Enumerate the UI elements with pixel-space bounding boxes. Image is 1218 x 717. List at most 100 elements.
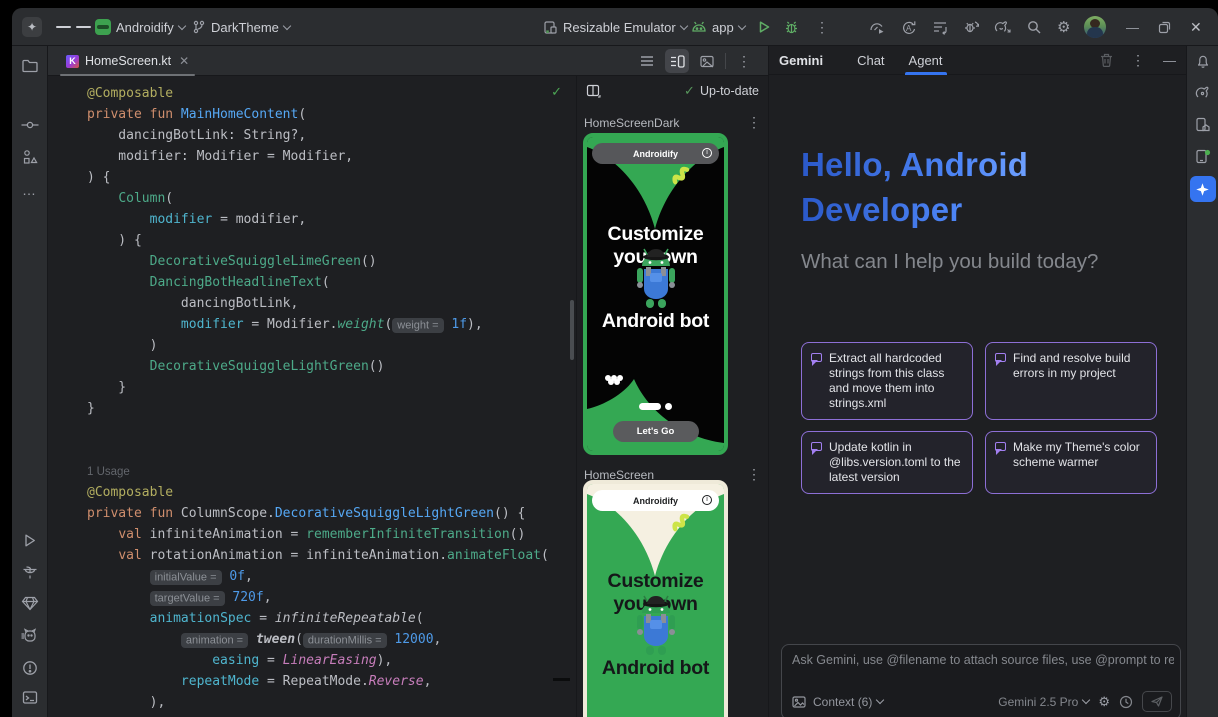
code-line[interactable]: @Composable xyxy=(87,83,549,104)
window-maximize-button[interactable] xyxy=(1158,8,1171,46)
tab-chat[interactable]: Chat xyxy=(845,46,896,75)
tab-agent[interactable]: Agent xyxy=(897,46,955,75)
code-line[interactable]: ) { xyxy=(87,230,549,251)
code-line[interactable] xyxy=(87,419,549,440)
code-line[interactable]: modifier: Modifier = Modifier, xyxy=(87,146,549,167)
history-icon[interactable] xyxy=(1119,695,1133,709)
code-line[interactable]: animationSpec = infiniteRepeatable( xyxy=(87,608,549,629)
code-line[interactable]: @Composable xyxy=(87,482,549,503)
more-tool-windows-icon[interactable]: … xyxy=(22,182,37,198)
gemini-minimize-icon[interactable]: — xyxy=(1163,53,1176,68)
suggestion-card[interactable]: Extract all hardcoded strings from this … xyxy=(801,342,973,420)
suggestion-card[interactable]: Update kotlin in @libs.version.toml to t… xyxy=(801,431,973,494)
code-line[interactable]: DecorativeSquiggleLightGreen() xyxy=(87,356,549,377)
running-devices-icon[interactable] xyxy=(1195,149,1211,164)
code-line[interactable]: val infiniteAnimation = rememberInfinite… xyxy=(87,524,549,545)
editor-tab-homescreen[interactable]: K HomeScreen.kt ✕ xyxy=(56,46,199,76)
apply-changes-button[interactable]: A xyxy=(901,8,918,46)
code-line[interactable]: ) { xyxy=(87,167,549,188)
preview-layout-icon[interactable] xyxy=(586,84,601,98)
gemini-tool-icon[interactable] xyxy=(1190,176,1216,202)
code-line[interactable]: Column( xyxy=(87,188,549,209)
code-line[interactable]: dancingBotLink: String?, xyxy=(87,125,549,146)
code-line[interactable]: val rotationAnimation = infiniteAnimatio… xyxy=(87,545,549,566)
code-line[interactable]: repeatMode = RepeatMode.Reverse, xyxy=(87,671,549,692)
app-quality-insights-icon[interactable] xyxy=(21,596,38,611)
preview-homescreen[interactable]: Androidify i Customize your own xyxy=(583,480,728,717)
notifications-bell-icon[interactable] xyxy=(1195,53,1211,69)
code-line[interactable]: modifier = Modifier.weight(weight = 1f), xyxy=(87,314,549,335)
gemini-input[interactable]: Ask Gemini, use @filename to attach sour… xyxy=(781,644,1181,717)
project-selector[interactable]: Androidify xyxy=(95,8,185,46)
gradle-tool-icon[interactable] xyxy=(1194,85,1212,100)
code-line[interactable]: private fun MainHomeContent( xyxy=(87,104,549,125)
context-selector[interactable]: Context (6) xyxy=(813,695,883,709)
code-line[interactable]: ) xyxy=(87,335,549,356)
run-button[interactable] xyxy=(757,8,771,46)
device-selector[interactable]: Resizable Emulator xyxy=(543,8,687,46)
project-tool-icon[interactable] xyxy=(21,58,38,74)
code-lines[interactable]: @Composableprivate fun MainHomeContent( … xyxy=(48,83,549,713)
suggestion-card[interactable]: Find and resolve build errors in my proj… xyxy=(985,342,1157,420)
app-logo-icon[interactable]: ✦ xyxy=(22,8,42,46)
code-editor[interactable]: @Composableprivate fun MainHomeContent( … xyxy=(48,76,576,717)
build-tool-icon[interactable] xyxy=(21,565,38,581)
avatar[interactable] xyxy=(1084,8,1106,46)
run-config-selector[interactable]: app xyxy=(691,8,745,46)
device-manager-icon[interactable] xyxy=(1195,117,1211,132)
tab-close-icon[interactable]: ✕ xyxy=(179,54,189,68)
logcat-tool-icon[interactable] xyxy=(21,628,39,644)
split-view-icon[interactable] xyxy=(665,49,689,73)
code-line[interactable]: modifier = modifier, xyxy=(87,209,549,230)
titlebar: ✦ Androidify DarkTheme Resizable Emulato… xyxy=(12,8,1218,46)
preview-options-icon[interactable]: ⋮ xyxy=(747,114,761,131)
commit-tool-icon[interactable] xyxy=(21,118,39,132)
preview-homescreendark[interactable]: Androidify i Customize your own xyxy=(583,133,728,455)
code-line[interactable]: private fun ColumnScope.DecorativeSquigg… xyxy=(87,503,549,524)
terminal-tool-icon[interactable] xyxy=(22,690,38,705)
code-line[interactable]: } xyxy=(87,377,549,398)
settings-button[interactable]: ⚙ xyxy=(1057,8,1070,46)
code-line[interactable]: animation = tween(durationMillis = 12000… xyxy=(87,629,549,650)
tab-options-icon[interactable]: ⋮ xyxy=(732,49,756,73)
code-line[interactable]: DecorativeSquiggleLimeGreen() xyxy=(87,251,549,272)
code-line[interactable]: initialValue = 0f, xyxy=(87,566,549,587)
model-selector[interactable]: Gemini 2.5 Pro xyxy=(998,695,1089,709)
gemini-header: Gemini Chat Agent ⋮ — xyxy=(769,46,1186,75)
design-view-icon[interactable] xyxy=(695,49,719,73)
attach-debugger-button[interactable] xyxy=(963,8,980,46)
model-label: Gemini 2.5 Pro xyxy=(998,695,1078,709)
vcs-branch-selector[interactable]: DarkTheme xyxy=(192,8,290,46)
code-line[interactable]: DancingBotHeadlineText( xyxy=(87,272,549,293)
attach-image-icon[interactable] xyxy=(792,696,806,708)
problems-tool-icon[interactable] xyxy=(22,660,38,676)
gradle-sync-button[interactable] xyxy=(993,8,1012,46)
gemini-settings-icon[interactable]: ⚙ xyxy=(1098,695,1110,708)
gemini-options-icon[interactable]: ⋮ xyxy=(1131,52,1145,69)
code-line[interactable]: } xyxy=(87,398,549,419)
code-line[interactable]: 1 Usage xyxy=(87,461,549,482)
run-more-actions-icon[interactable]: ⋮ xyxy=(815,8,829,46)
code-line[interactable]: targetValue = 720f, xyxy=(87,587,549,608)
profiler-button[interactable] xyxy=(869,8,886,46)
search-everywhere-button[interactable] xyxy=(1026,8,1042,46)
debug-button[interactable] xyxy=(784,8,799,46)
code-line[interactable] xyxy=(87,440,549,461)
build-variants-button[interactable] xyxy=(932,8,949,46)
run-tool-icon[interactable] xyxy=(22,533,37,548)
preview-options-icon[interactable]: ⋮ xyxy=(747,466,761,483)
window-minimize-button[interactable]: — xyxy=(1126,8,1139,46)
window-close-button[interactable]: ✕ xyxy=(1190,8,1202,46)
code-line[interactable]: dancingBotLink, xyxy=(87,293,549,314)
chat-bubble-icon xyxy=(811,442,822,451)
editor-scrollbar-thumb[interactable] xyxy=(570,300,574,360)
inspections-ok-icon[interactable]: ✓ xyxy=(551,84,562,100)
send-button[interactable] xyxy=(1142,691,1172,712)
lets-go-button[interactable]: Let's Go xyxy=(613,421,699,442)
code-line[interactable]: easing = LinearEasing), xyxy=(87,650,549,671)
trash-icon[interactable] xyxy=(1100,53,1113,67)
suggestion-card[interactable]: Make my Theme's color scheme warmer xyxy=(985,431,1157,494)
structure-tool-icon[interactable] xyxy=(22,149,38,165)
code-view-icon[interactable] xyxy=(635,49,659,73)
code-line[interactable]: ), xyxy=(87,692,549,713)
